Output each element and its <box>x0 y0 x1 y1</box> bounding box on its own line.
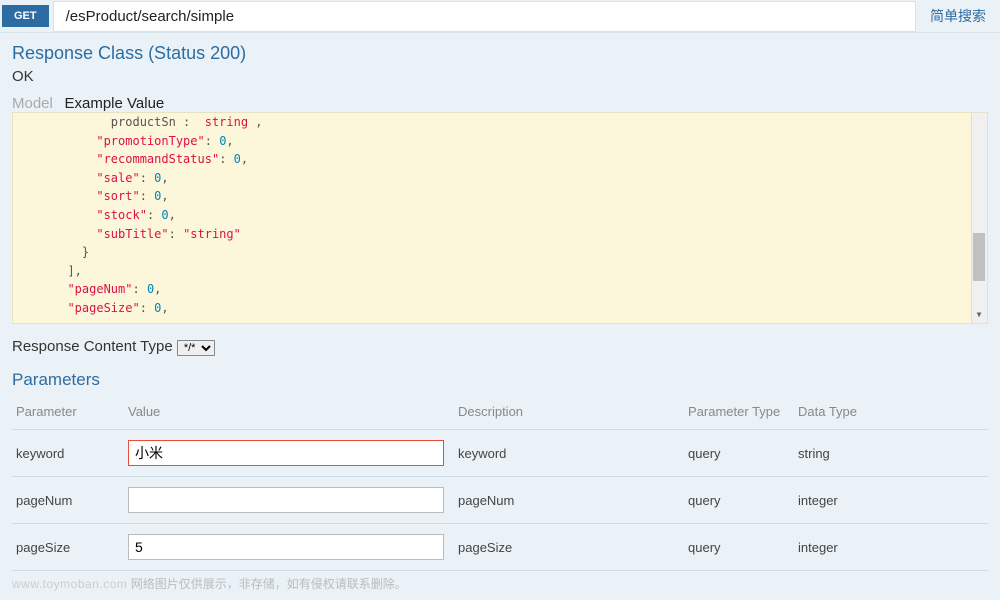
param-type: query <box>684 430 794 477</box>
param-value-cell <box>124 477 454 524</box>
watermark-site: www.toymoban.com <box>12 577 127 591</box>
parameters-header-row: Parameter Value Description Parameter Ty… <box>12 398 988 430</box>
param-value-cell <box>124 524 454 571</box>
param-description: keyword <box>454 430 684 477</box>
response-status-text: OK <box>12 68 988 85</box>
watermark-text: 网络图片仅供展示，非存储，如有侵权请联系删除。 <box>131 577 407 591</box>
watermark-row: www.toymoban.com 网络图片仅供展示，非存储，如有侵权请联系删除。 <box>12 571 988 592</box>
response-tabs: Model Example Value <box>12 95 988 112</box>
param-description: pageNum <box>454 477 684 524</box>
parameters-heading: Parameters <box>12 370 988 390</box>
api-description: 简单搜索 <box>916 0 1000 32</box>
table-row: pageNumpageNumqueryinteger <box>12 477 988 524</box>
scrollbar-thumb[interactable] <box>973 233 985 281</box>
scrollbar-track[interactable] <box>971 113 987 323</box>
api-path[interactable]: /esProduct/search/simple <box>53 1 916 32</box>
response-class-heading: Response Class (Status 200) <box>12 43 988 64</box>
param-type: query <box>684 477 794 524</box>
parameters-table: Parameter Value Description Parameter Ty… <box>12 398 988 571</box>
param-data-type: integer <box>794 524 988 571</box>
param-value-input[interactable] <box>128 440 444 466</box>
scroll-down-icon[interactable]: ▼ <box>971 307 987 323</box>
param-type: query <box>684 524 794 571</box>
param-value-cell <box>124 430 454 477</box>
table-row: keywordkeywordquerystring <box>12 430 988 477</box>
response-content-type-row: Response Content Type */* <box>12 338 988 356</box>
example-value-codebox[interactable]: productSn : string , "promotionType": 0,… <box>12 112 988 324</box>
http-method-badge: GET <box>2 5 49 27</box>
operation-content: Response Class (Status 200) OK Model Exa… <box>0 33 1000 600</box>
param-name: keyword <box>12 430 124 477</box>
col-header-description: Description <box>454 398 684 430</box>
param-name: pageNum <box>12 477 124 524</box>
api-header-row: GET /esProduct/search/simple 简单搜索 <box>0 0 1000 33</box>
tab-model[interactable]: Model <box>12 95 53 112</box>
response-content-type-label: Response Content Type <box>12 338 173 355</box>
param-value-input[interactable] <box>128 534 444 560</box>
param-data-type: string <box>794 430 988 477</box>
table-row: pageSizepageSizequeryinteger <box>12 524 988 571</box>
col-header-param-type: Parameter Type <box>684 398 794 430</box>
col-header-data-type: Data Type <box>794 398 988 430</box>
col-header-value: Value <box>124 398 454 430</box>
param-value-input[interactable] <box>128 487 444 513</box>
param-description: pageSize <box>454 524 684 571</box>
param-name: pageSize <box>12 524 124 571</box>
col-header-parameter: Parameter <box>12 398 124 430</box>
response-content-type-select[interactable]: */* <box>177 340 215 356</box>
param-data-type: integer <box>794 477 988 524</box>
